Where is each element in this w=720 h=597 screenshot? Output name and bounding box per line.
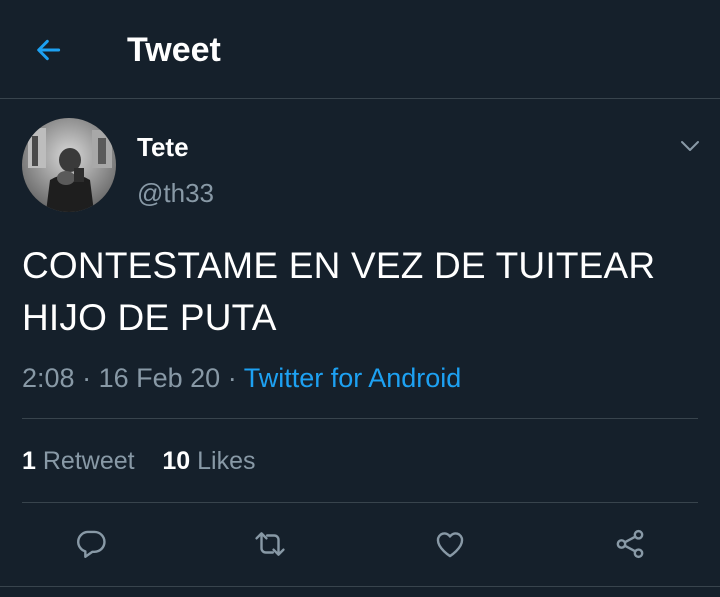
tweet-text-line: CONTESTAME EN VEZ DE TUITEAR — [22, 245, 656, 286]
avatar[interactable] — [22, 118, 116, 212]
author-name[interactable]: Tete — [137, 131, 189, 163]
tweet-metadata: 2:08 · 16 Feb 20 · Twitter for Android — [22, 360, 461, 396]
divider — [0, 586, 720, 587]
tweet-stats: 1 Retweet 10 Likes — [22, 445, 256, 477]
author-handle[interactable]: @th33 — [137, 177, 214, 209]
tweet-text: CONTESTAME EN VEZ DE TUITEAR HIJO DE PUT… — [22, 240, 702, 344]
retweet-button[interactable] — [246, 520, 294, 568]
arrow-left-icon — [37, 39, 61, 61]
reply-button[interactable] — [67, 520, 115, 568]
meta-separator: · — [227, 363, 237, 393]
share-icon — [616, 529, 644, 559]
divider — [22, 418, 698, 419]
likes-count: 10 — [162, 447, 191, 475]
retweets-stat[interactable]: 1 Retweet — [22, 447, 135, 475]
back-button[interactable] — [26, 30, 70, 70]
reply-icon — [77, 530, 106, 558]
tweet-text-line: HIJO DE PUTA — [22, 297, 277, 338]
divider — [22, 502, 698, 503]
heart-icon — [436, 532, 464, 558]
chevron-down-icon — [681, 141, 699, 151]
action-bar — [0, 520, 720, 568]
retweet-icon — [255, 532, 285, 556]
tweet-source-link[interactable]: Twitter for Android — [244, 363, 462, 393]
tweet-date: 16 Feb 20 — [98, 363, 221, 393]
retweets-label: Retweet — [42, 447, 135, 475]
meta-separator: · — [82, 363, 92, 393]
retweets-count: 1 — [22, 447, 36, 475]
share-button[interactable] — [606, 520, 654, 568]
avatar-photo — [22, 118, 116, 212]
likes-label: Likes — [197, 447, 256, 475]
tweet-options-button[interactable] — [672, 128, 708, 164]
like-button[interactable] — [426, 520, 474, 568]
top-bar: Tweet — [0, 0, 720, 99]
page-title: Tweet — [127, 31, 221, 69]
likes-stat[interactable]: 10 Likes — [162, 447, 255, 475]
tweet-time: 2:08 — [22, 363, 75, 393]
